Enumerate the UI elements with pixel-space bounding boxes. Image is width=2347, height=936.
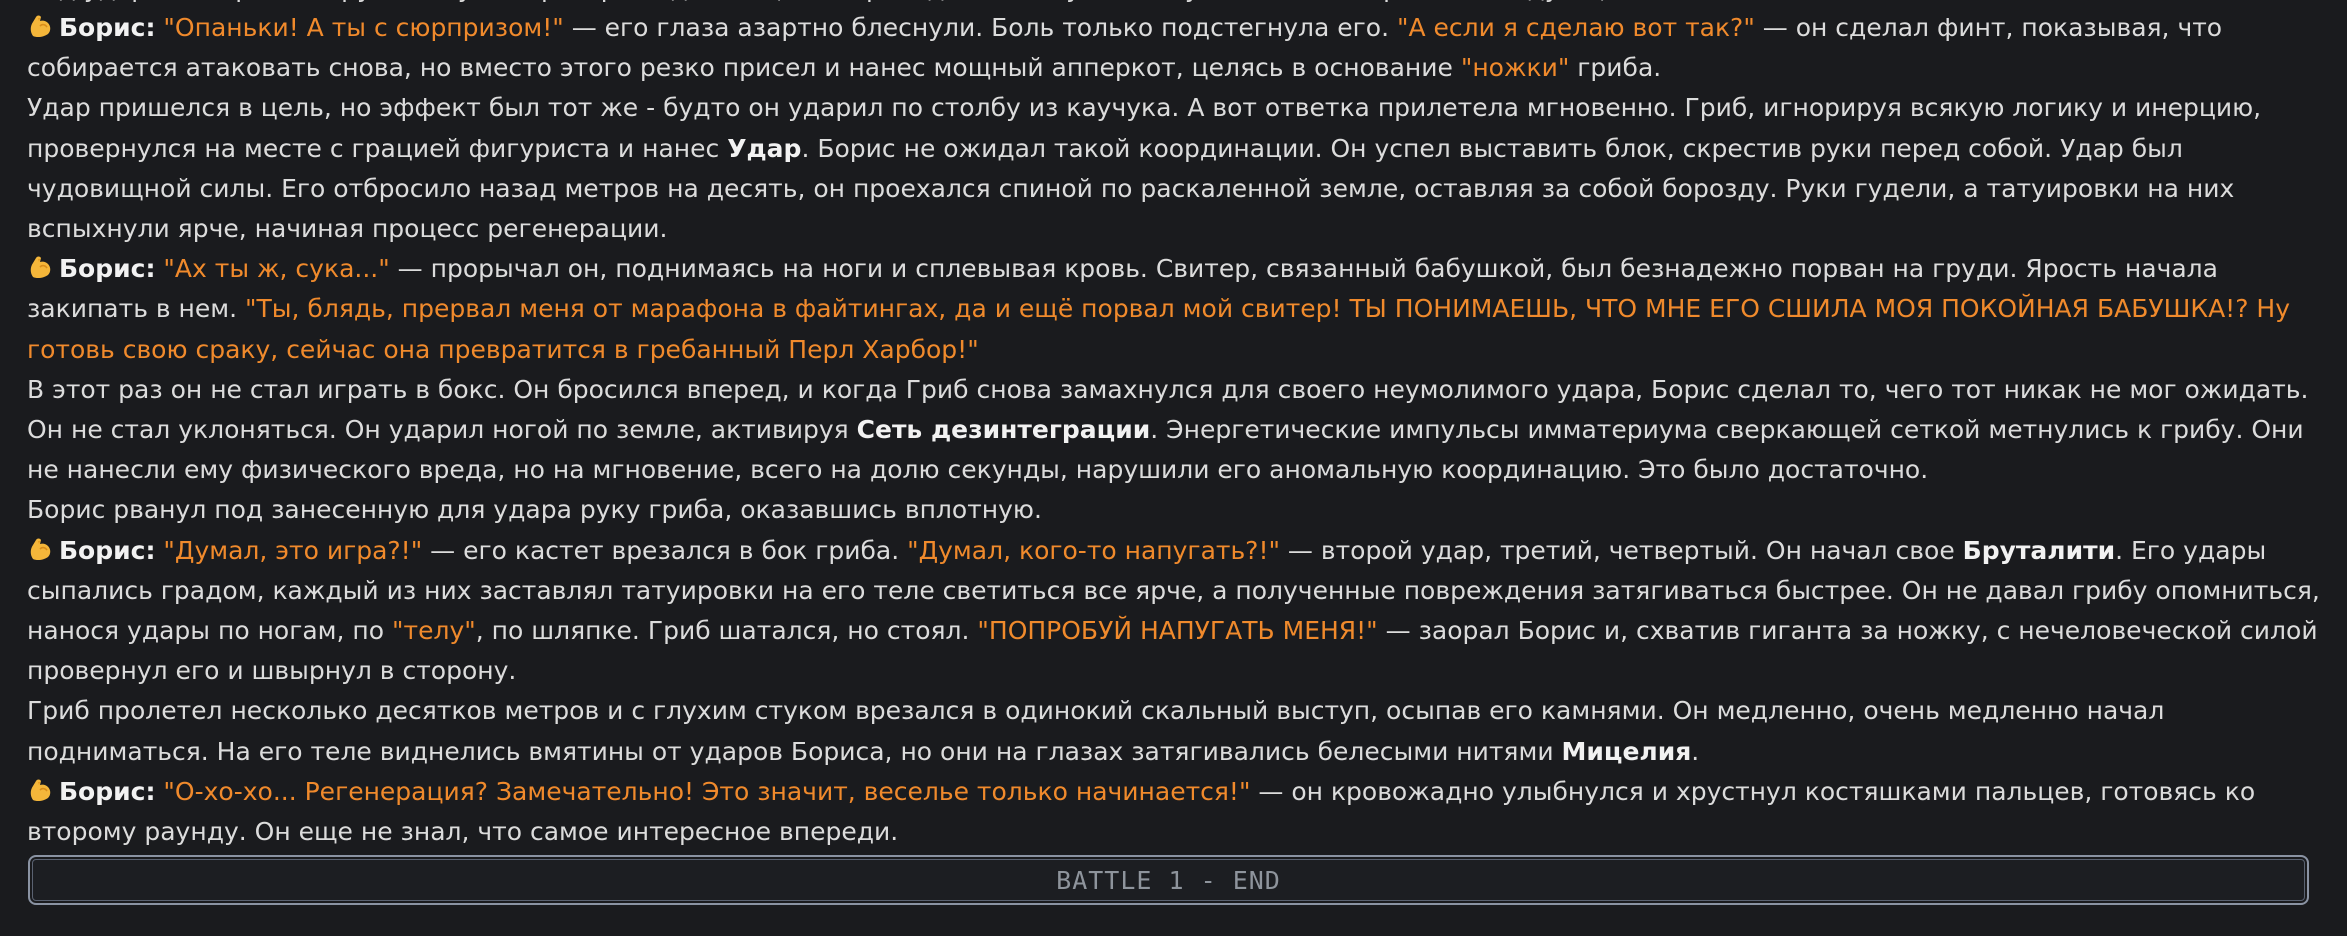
- narration: Гриб пролетел несколько десятков метров …: [27, 696, 2165, 766]
- dialogue-quote: "телу": [392, 616, 476, 646]
- dialogue-quote: "О-хо-хо... Регенерация? Замечательно! Э…: [163, 776, 1251, 806]
- flexed-biceps-icon: [30, 538, 51, 560]
- story-text: Борис: "Опаньки! А ты с сюрпризом!" — ег…: [27, 8, 2327, 852]
- narration: Борис рванул под занесенную для удара ру…: [27, 495, 1042, 525]
- narration: , по шляпке. Гриб шатался, но стоял.: [475, 616, 978, 646]
- story-paragraph: Борис: "Думал, это игра?!" — его кастет …: [27, 531, 2327, 692]
- ability-name: Бруталити: [1962, 535, 2116, 565]
- battle-end-marker: BATTLE 1 - END: [28, 855, 2309, 905]
- speaker-name: Борис:: [59, 254, 156, 284]
- speaker-name: Борис:: [59, 535, 156, 565]
- story-paragraph: В этот раз он не стал играть в бокс. Он …: [27, 370, 2327, 491]
- dialogue-quote: "Думал, кого-то напугать?!": [907, 535, 1280, 565]
- flexed-biceps-icon: [30, 15, 51, 38]
- dialogue-quote: "Ах ты ж, сука...": [163, 254, 390, 284]
- speaker-name: Борис:: [59, 776, 156, 806]
- narration: — его глаза азартно блеснули. Боль тольк…: [563, 13, 1397, 42]
- speaker-name: Борис:: [59, 13, 156, 42]
- dialogue-quote: "Ты, блядь, прервал меня от марафона в ф…: [27, 294, 2291, 364]
- story-paragraph: Борис: "Опаньки! А ты с сюрпризом!" — ег…: [27, 8, 2327, 88]
- narration: — второй удар, третий, четвертый. Он нач…: [1279, 535, 1963, 565]
- battle-end-label: BATTLE 1 - END: [1056, 865, 1281, 895]
- dialogue-quote: "ножки": [1460, 53, 1570, 83]
- narration: гриба.: [1569, 53, 1662, 83]
- story-paragraph: Борис: "О-хо-хо... Регенерация? Замечате…: [27, 772, 2327, 852]
- narration: .: [1691, 736, 1700, 766]
- dialogue-quote: "Думал, это игра?!": [163, 535, 423, 565]
- dialogue-quote: "А если я сделаю вот так?": [1397, 13, 1755, 42]
- story-paragraph: Борис: "Ах ты ж, сука..." — прорычал он,…: [27, 249, 2327, 370]
- ability-name: Сеть дезинтеграции: [856, 415, 1151, 445]
- ability-name: Мицелия: [1561, 736, 1692, 766]
- flexed-biceps-icon: [30, 779, 51, 801]
- ability-name: Удар: [727, 133, 802, 163]
- dialogue-quote: "Опаньки! А ты с сюрпризом!": [163, 13, 564, 42]
- story-paragraph: Удар пришелся в цель, но эффект был тот …: [27, 88, 2327, 249]
- flexed-biceps-icon: [30, 256, 51, 279]
- narration: — его кастет врезался в бок гриба.: [422, 535, 908, 565]
- story-paragraph: Борис рванул под занесенную для удара ру…: [27, 490, 2327, 530]
- story-paragraph: Гриб пролетел несколько десятков метров …: [27, 691, 2327, 771]
- dialogue-quote: "ПОПРОБУЙ НАПУГАТЬ МЕНЯ!": [977, 616, 1378, 646]
